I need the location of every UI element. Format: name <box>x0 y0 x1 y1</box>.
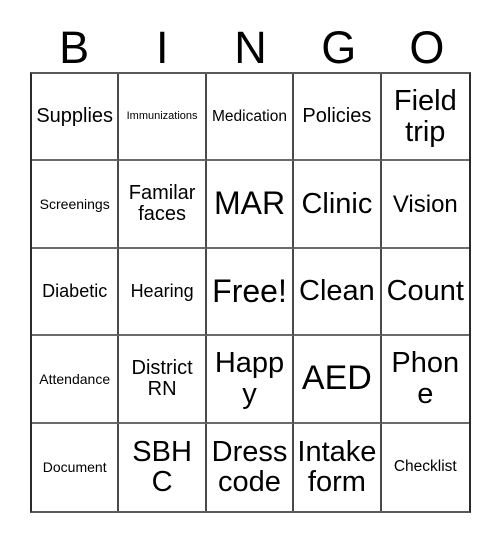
bingo-cell-label: Free! <box>212 272 287 309</box>
bingo-cell[interactable]: SBHC <box>119 423 207 511</box>
bingo-cell[interactable]: Field trip <box>381 74 469 162</box>
bingo-header-letter-n: N <box>234 22 267 73</box>
bingo-cell-label: Diabetic <box>42 281 108 302</box>
bingo-cell[interactable]: Count <box>381 248 469 337</box>
bingo-cell-label: Medication <box>212 107 287 125</box>
bingo-cell-label: Dress code <box>211 435 288 499</box>
bingo-cell[interactable]: Medication <box>206 74 295 162</box>
bingo-cell-label: AED <box>301 359 372 398</box>
bingo-cell-label: Vision <box>392 190 458 218</box>
bingo-header-letter-i: I <box>156 22 169 73</box>
bingo-cell[interactable]: Clinic <box>294 161 382 249</box>
bingo-cell[interactable]: AED <box>294 336 382 424</box>
bingo-cell[interactable]: District RN <box>119 336 207 424</box>
bingo-cell[interactable]: Policies <box>294 74 382 162</box>
bingo-cell-label: Attendance <box>39 370 111 387</box>
bingo-cell[interactable]: Clean <box>294 248 382 337</box>
bingo-cell[interactable]: Happy <box>206 336 295 424</box>
bingo-cell-label: Field trip <box>393 85 457 148</box>
bingo-cell-label: Hearing <box>130 281 194 302</box>
bingo-cell[interactable]: MAR <box>206 161 295 249</box>
bingo-cell[interactable]: Dress code <box>206 423 295 511</box>
bingo-cell[interactable]: Checklist <box>381 423 469 511</box>
bingo-cell-label: Document <box>42 458 107 475</box>
bingo-cell[interactable]: Vision <box>381 161 469 249</box>
bingo-cell[interactable]: Hearing <box>119 248 207 337</box>
bingo-cell-label: Screenings <box>39 195 110 212</box>
bingo-cell-label: Policies <box>302 105 372 128</box>
bingo-cell-label: Immunizations <box>126 109 198 122</box>
bingo-cell-label: Checklist <box>393 458 457 476</box>
bingo-cell-label: Phone <box>391 347 460 410</box>
bingo-cell-label: SBHC <box>132 435 192 499</box>
bingo-cell[interactable]: Phone <box>381 336 469 424</box>
bingo-cell-free-space[interactable]: Free! <box>206 248 295 337</box>
bingo-cell-label: Familar faces <box>128 182 196 226</box>
bingo-header-letter-g: G <box>321 22 357 73</box>
bingo-card: B I N G O Supplies Immunizations Medication Pol… <box>0 0 500 544</box>
bingo-cell-label: District RN <box>131 356 193 400</box>
bingo-cell[interactable]: Familar faces <box>119 161 207 249</box>
bingo-cell[interactable]: Screenings <box>32 161 120 249</box>
bingo-cell[interactable]: Immunizations <box>119 74 207 162</box>
bingo-cell-label: Supplies <box>36 105 114 128</box>
bingo-cell[interactable]: Document <box>32 423 120 511</box>
bingo-cell-label: Happy <box>214 347 285 410</box>
bingo-cell-label: Clean <box>299 275 375 308</box>
bingo-cell[interactable]: Intake form <box>294 423 382 511</box>
bingo-header-row: BINGO <box>30 14 471 72</box>
bingo-cell-label: Count <box>386 275 464 308</box>
bingo-cell[interactable]: Supplies <box>32 74 120 162</box>
bingo-cell-label: Clinic <box>301 187 373 220</box>
bingo-cell-label: MAR <box>213 185 286 222</box>
bingo-grid: Supplies Immunizations Medication Policies F… <box>30 72 471 513</box>
bingo-cell-label: Intake form <box>297 435 377 499</box>
bingo-header-letter-b: B <box>59 22 90 73</box>
bingo-header-letter-o: O <box>409 22 445 73</box>
bingo-cell[interactable]: Diabetic <box>32 248 120 337</box>
bingo-cell[interactable]: Attendance <box>32 336 120 424</box>
